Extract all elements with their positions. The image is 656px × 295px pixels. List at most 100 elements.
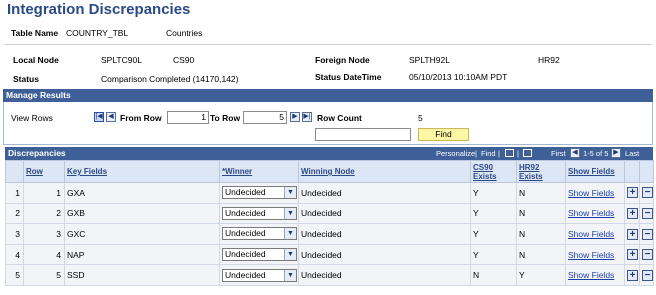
grid-next-icon[interactable]: ▶ — [611, 148, 621, 158]
find-button[interactable]: Find — [418, 128, 469, 141]
status-value: Comparison Completed (14170,142) — [101, 74, 239, 84]
chevron-down-icon[interactable]: ▼ — [284, 269, 296, 281]
col-winning-node[interactable]: Winning Node — [298, 160, 471, 183]
show-fields-link[interactable]: Show Fields — [568, 208, 614, 218]
col-hr92-exists[interactable]: HR92 Exists — [516, 160, 566, 183]
row-number: 5 — [23, 264, 65, 286]
table-name-description: Countries — [166, 28, 203, 38]
show-fields-link[interactable]: Show Fields — [568, 229, 614, 239]
key-field: GXB — [64, 202, 220, 225]
winning-node: Undecided — [298, 223, 471, 245]
minus-icon[interactable]: − — [642, 228, 653, 240]
grid-range: 1-5 of 5 — [583, 149, 609, 158]
winner-select[interactable]: Undecided ▼ — [222, 186, 297, 200]
hr92-exists: Y — [516, 264, 566, 286]
row-count-value: 5 — [418, 113, 423, 123]
chevron-down-icon[interactable]: ▼ — [284, 207, 296, 219]
personalize-link[interactable]: Personalize — [436, 147, 475, 160]
table-name-label: Table Name — [11, 28, 59, 38]
local-node-label: Local Node — [13, 55, 59, 65]
col-winner[interactable]: *Winner — [219, 160, 299, 183]
next-page-icon[interactable]: ▶ — [290, 112, 300, 122]
foreign-node-value: SPLTH92L — [409, 55, 450, 65]
last-page-icon[interactable]: ▶| — [302, 112, 312, 122]
row-index: 3 — [5, 223, 24, 245]
hr92-exists: N — [516, 243, 566, 266]
show-fields-link[interactable]: Show Fields — [568, 250, 614, 260]
row-number: 1 — [23, 182, 65, 204]
plus-icon[interactable]: + — [627, 208, 638, 220]
cs90-exists: Y — [470, 202, 517, 225]
table-row: 5 5 SSD Undecided ▼ Undecided N Y Show Fi… — [5, 264, 654, 286]
winner-value: Undecided — [225, 269, 266, 280]
winner-select[interactable]: Undecided ▼ — [222, 206, 297, 220]
plus-icon[interactable]: + — [627, 249, 638, 261]
from-row-label: From Row — [120, 113, 162, 123]
col-row[interactable]: Row — [23, 160, 65, 183]
status-label: Status — [13, 74, 39, 84]
minus-icon[interactable]: − — [642, 269, 653, 281]
plus-icon[interactable]: + — [627, 228, 638, 240]
foreign-node-db: HR92 — [538, 55, 560, 65]
col-index — [5, 160, 24, 183]
row-count-label: Row Count — [317, 113, 362, 123]
cs90-exists: N — [470, 264, 517, 286]
minus-icon[interactable]: − — [642, 208, 653, 220]
winner-value: Undecided — [225, 249, 266, 260]
page-title: Integration Discrepancies — [7, 1, 191, 18]
winner-select[interactable]: Undecided ▼ — [222, 248, 297, 262]
key-field: NAP — [64, 243, 220, 266]
grid-previous-icon[interactable]: ◀ — [570, 148, 580, 158]
manage-results-header: Manage Results — [3, 89, 653, 102]
first-page-icon[interactable]: |◀ — [94, 112, 104, 122]
row-number: 2 — [23, 202, 65, 225]
grid-last-label: Last — [625, 149, 640, 158]
winner-select[interactable]: Undecided ▼ — [222, 268, 297, 282]
find-link[interactable]: Find — [481, 147, 496, 160]
table-row: 4 4 NAP Undecided ▼ Undecided Y N Show Fi… — [5, 243, 654, 266]
view-rows-label: View Rows — [11, 113, 53, 123]
winner-value: Undecided — [225, 207, 266, 218]
cs90-exists: Y — [470, 243, 517, 266]
cs90-exists: Y — [470, 223, 517, 245]
col-cs90-exists[interactable]: CS90 Exists — [470, 160, 517, 183]
plus-icon[interactable]: + — [627, 269, 638, 281]
row-number: 4 — [23, 243, 65, 266]
chevron-down-icon[interactable]: ▼ — [284, 249, 296, 261]
minus-icon[interactable]: − — [642, 249, 653, 261]
chevron-down-icon[interactable]: ▼ — [284, 228, 296, 240]
discrepancies-table: Row Key Fields *Winner Winning Node CS90… — [5, 160, 654, 286]
table-row: 2 2 GXB Undecided ▼ Undecided Y N Show Fi… — [5, 202, 654, 225]
previous-page-icon[interactable]: ◀ — [106, 112, 116, 122]
chevron-down-icon[interactable]: ▼ — [284, 187, 296, 199]
row-index: 4 — [5, 243, 24, 266]
from-row-input[interactable]: 1 — [167, 111, 209, 124]
status-datetime-value: 05/10/2013 10:10AM PDT — [409, 72, 508, 82]
local-node-db: CS90 — [173, 55, 195, 65]
col-show-fields[interactable]: Show Fields — [565, 160, 625, 183]
winning-node: Undecided — [298, 182, 471, 204]
winner-value: Undecided — [225, 187, 266, 198]
hr92-exists: N — [516, 182, 566, 204]
plus-icon[interactable]: + — [627, 187, 638, 199]
show-fields-link[interactable]: Show Fields — [568, 188, 614, 198]
row-index: 5 — [5, 264, 24, 286]
minus-icon[interactable]: − — [642, 187, 653, 199]
show-fields-link[interactable]: Show Fields — [568, 270, 614, 280]
view-all-icon[interactable] — [505, 149, 514, 157]
to-row-input[interactable]: 5 — [243, 111, 287, 124]
col-delete — [639, 160, 654, 183]
col-key-fields[interactable]: Key Fields — [64, 160, 220, 183]
hr92-exists: N — [516, 223, 566, 245]
row-number: 3 — [23, 223, 65, 245]
table-header-row: Row Key Fields *Winner Winning Node CS90… — [5, 160, 654, 183]
find-input[interactable] — [315, 128, 411, 141]
download-icon[interactable] — [523, 149, 532, 157]
table-name-value: COUNTRY_TBL — [66, 28, 129, 38]
cs90-exists: Y — [470, 182, 517, 204]
col-add — [624, 160, 640, 183]
winner-select[interactable]: Undecided ▼ — [222, 227, 297, 241]
foreign-node-label: Foreign Node — [315, 55, 370, 65]
key-field: SSD — [64, 264, 220, 286]
winning-node: Undecided — [298, 243, 471, 266]
